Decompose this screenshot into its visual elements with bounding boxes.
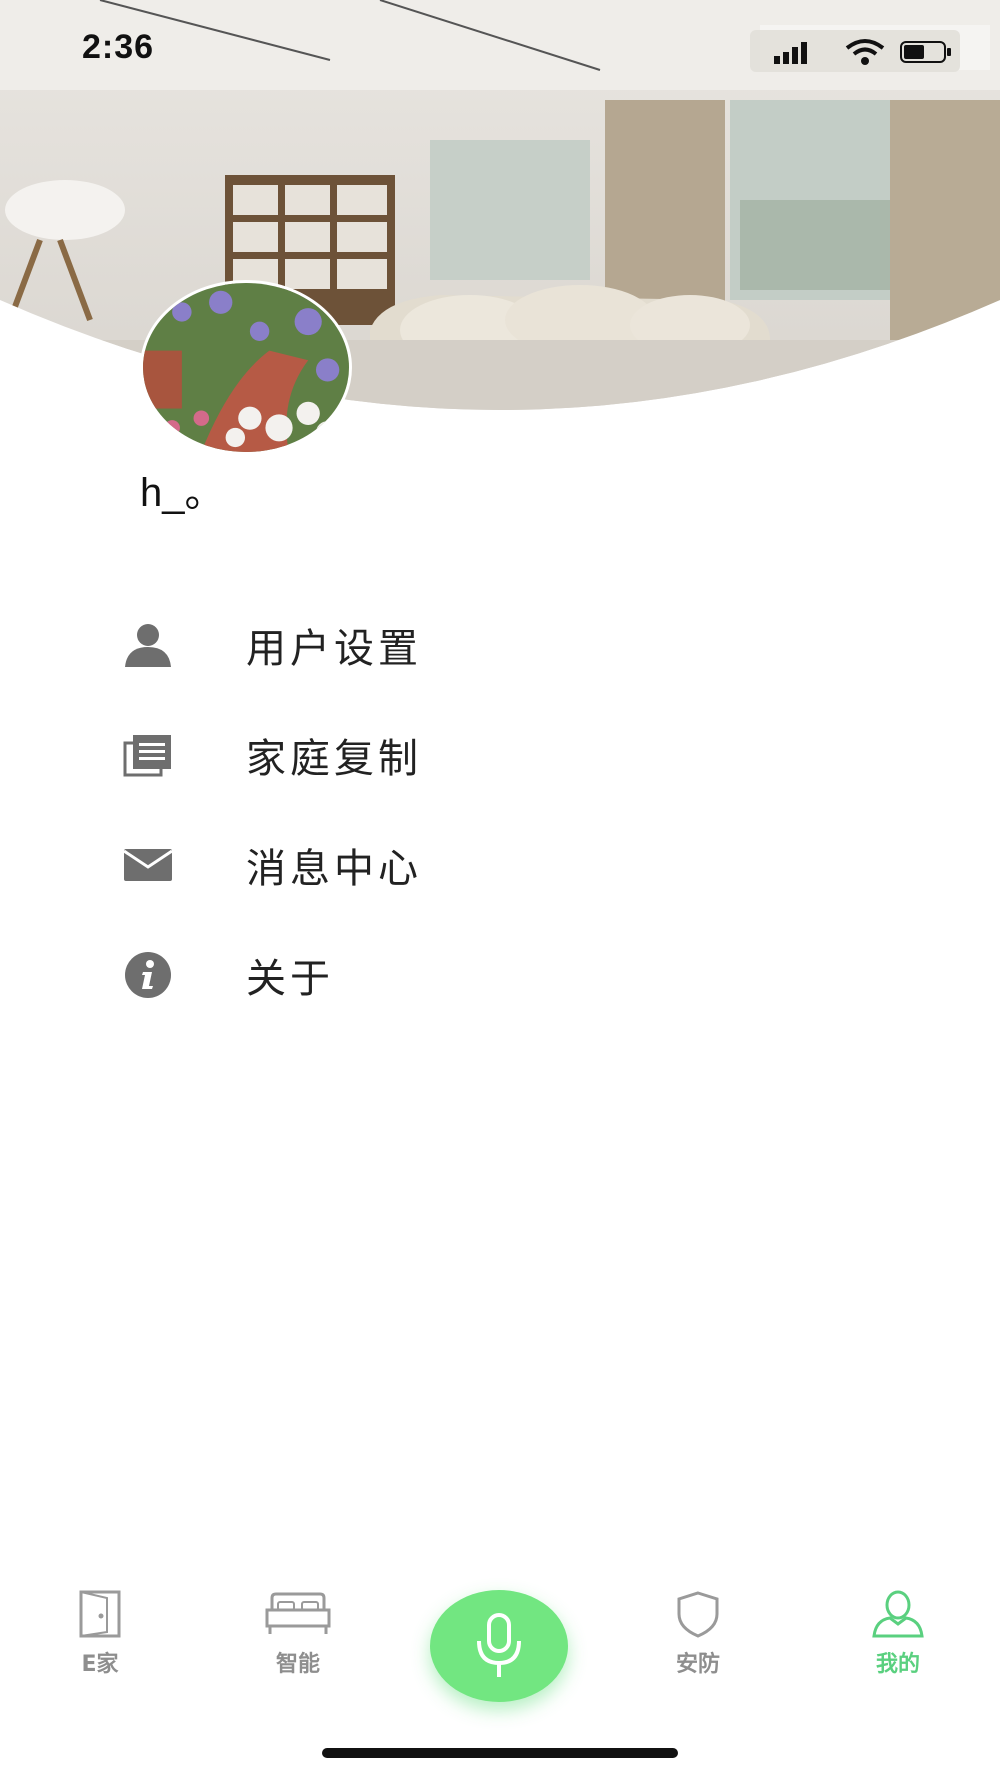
tab-e-home[interactable]: E家 xyxy=(40,1590,160,1678)
username: h_。 xyxy=(140,471,225,515)
tab-label: 智能 xyxy=(275,1652,320,1677)
documents-icon xyxy=(120,727,176,783)
voice-button[interactable] xyxy=(430,1590,568,1702)
menu-item-family-copy[interactable]: 家庭复制 xyxy=(120,720,820,790)
cellular-signal-icon xyxy=(774,42,807,64)
menu-item-message-center[interactable]: 消息中心 xyxy=(120,830,820,900)
tab-label: 安防 xyxy=(675,1652,720,1677)
shield-icon xyxy=(677,1591,719,1638)
microphone-icon xyxy=(477,1613,521,1677)
menu-item-user-settings[interactable]: 用户设置 xyxy=(120,610,820,680)
tab-mine[interactable]: 我的 xyxy=(838,1590,958,1678)
tab-security[interactable]: 安防 xyxy=(638,1590,758,1678)
status-time: 2:36 xyxy=(82,28,155,66)
tab-label: E家 xyxy=(81,1652,119,1677)
tab-smart[interactable]: 智能 xyxy=(238,1590,358,1678)
user-icon xyxy=(872,1590,924,1638)
person-icon xyxy=(120,617,176,673)
garden-photo xyxy=(143,283,349,452)
tab-label: 我的 xyxy=(875,1652,920,1677)
avatar[interactable] xyxy=(140,280,352,455)
mail-icon xyxy=(120,837,176,893)
status-indicators xyxy=(750,30,960,72)
bed-icon xyxy=(265,1592,331,1634)
home-indicator xyxy=(322,1748,678,1758)
menu-item-about[interactable]: 关于 xyxy=(120,940,820,1010)
wifi-icon xyxy=(845,39,885,65)
menu-item-label: 用户设置 xyxy=(246,626,422,672)
info-icon xyxy=(120,947,176,1003)
menu-item-label: 家庭复制 xyxy=(246,736,422,782)
menu-item-label: 消息中心 xyxy=(246,846,422,892)
door-icon xyxy=(79,1590,121,1638)
battery-icon xyxy=(900,41,951,63)
menu-item-label: 关于 xyxy=(246,956,334,1002)
